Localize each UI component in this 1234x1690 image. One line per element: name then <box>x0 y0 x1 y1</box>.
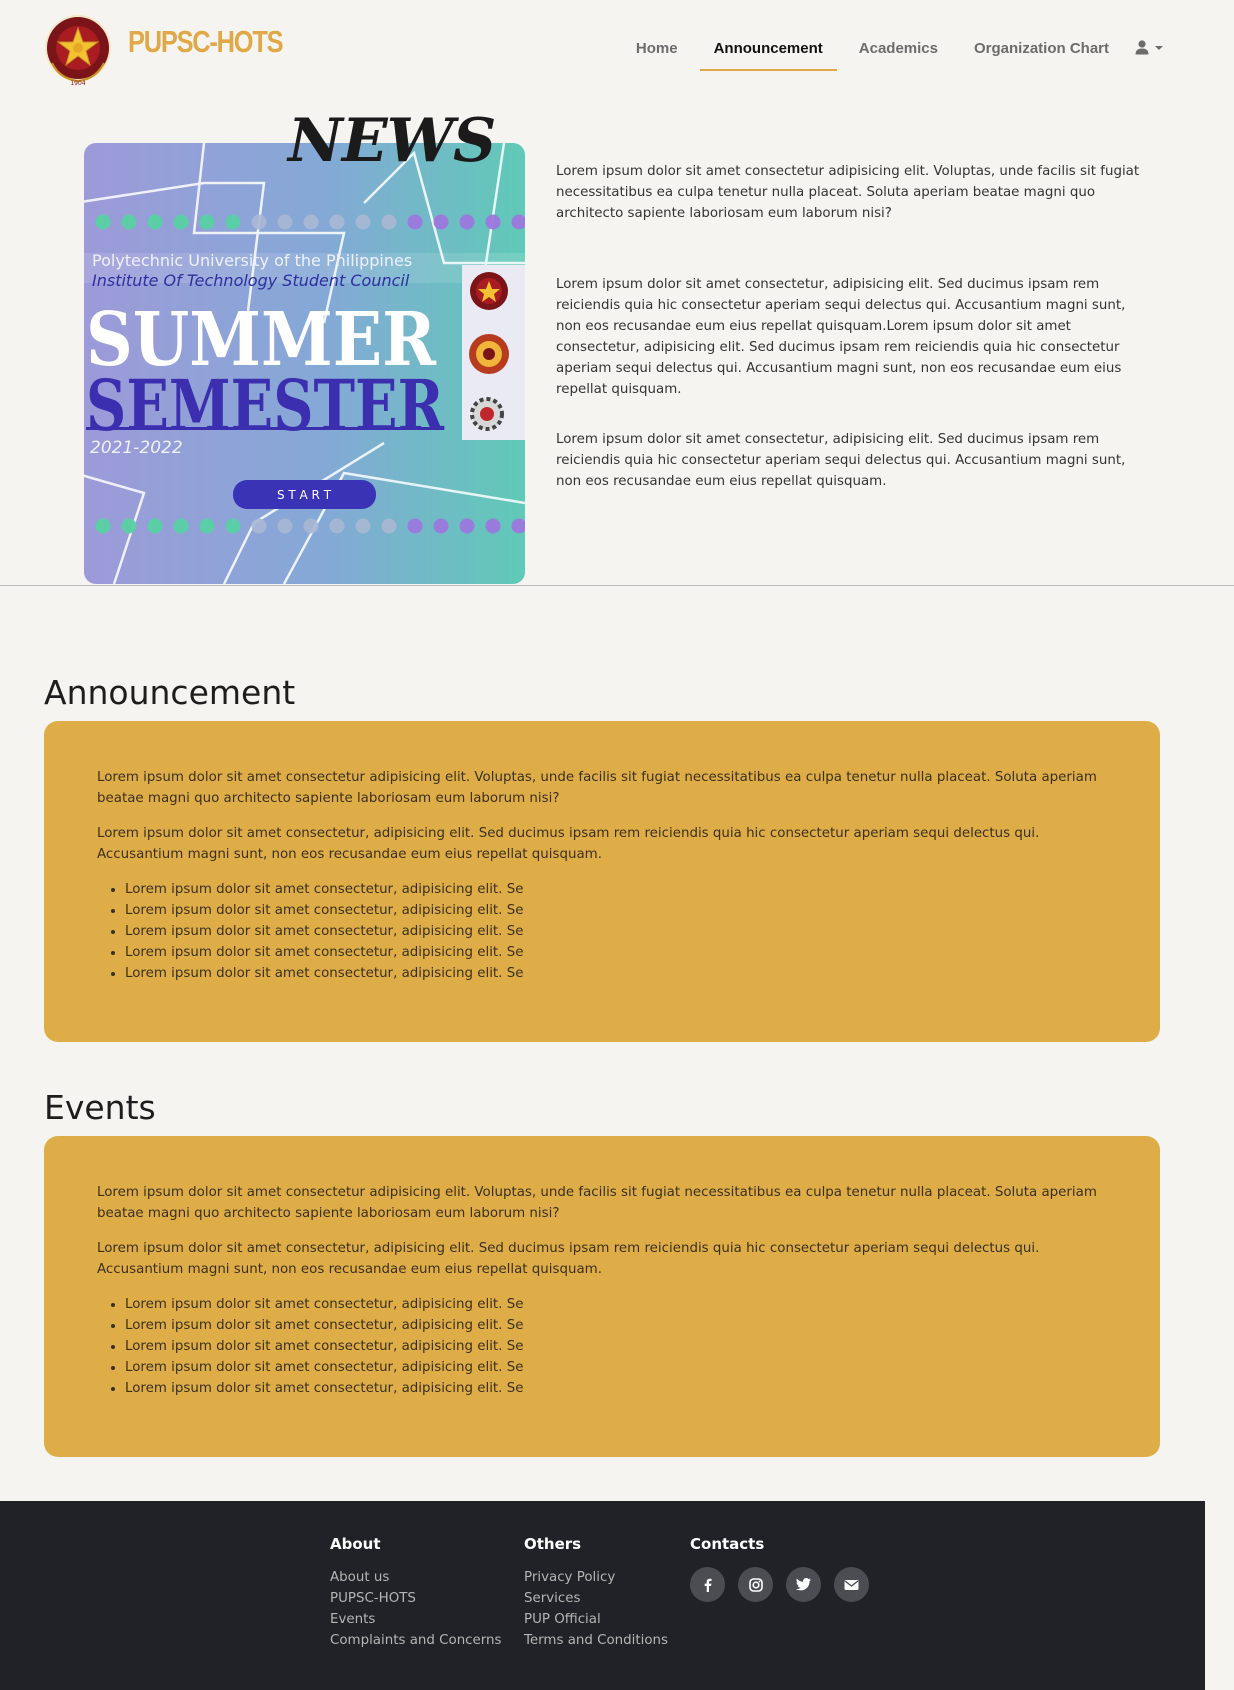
caret-down-icon <box>1155 45 1163 50</box>
footer-contacts-column: Contacts <box>690 1535 869 1602</box>
list-item: Lorem ipsum dolor sit amet consectetur, … <box>125 942 1108 963</box>
list-item: Lorem ipsum dolor sit amet consectetur, … <box>125 1357 1108 1378</box>
footer-about-column: About About us PUPSC-HOTS Events Complai… <box>330 1535 502 1651</box>
list-item: Lorem ipsum dolor sit amet consectetur, … <box>125 879 1108 900</box>
announcement-list: Lorem ipsum dolor sit amet consectetur, … <box>97 879 1108 984</box>
main-nav: Home Announcement Academics Organization… <box>614 34 1164 71</box>
footer-contacts-heading: Contacts <box>690 1535 765 1553</box>
footer-others-heading: Others <box>524 1535 582 1553</box>
svg-text:S T A R T: S T A R T <box>277 488 332 502</box>
social-links <box>690 1567 869 1602</box>
twitter-button[interactable] <box>786 1567 821 1602</box>
svg-text:Institute Of Technology Studen: Institute Of Technology Student Council <box>92 271 410 290</box>
announcement-paragraph-1: Lorem ipsum dolor sit amet consectetur a… <box>97 770 1097 806</box>
footer-link-complaints[interactable]: Complaints and Concerns <box>330 1630 502 1651</box>
events-paragraph-1: Lorem ipsum dolor sit amet consectetur a… <box>97 1185 1097 1221</box>
nav-home[interactable]: Home <box>622 34 692 71</box>
list-item: Lorem ipsum dolor sit amet consectetur, … <box>125 921 1108 942</box>
nav-academics[interactable]: Academics <box>845 34 952 71</box>
events-heading: Events <box>44 1088 156 1127</box>
instagram-icon <box>748 1577 763 1592</box>
list-item: Lorem ipsum dolor sit amet consectetur, … <box>125 1294 1108 1315</box>
svg-text:2021-2022: 2021-2022 <box>90 438 183 458</box>
footer: About About us PUPSC-HOTS Events Complai… <box>0 1501 1205 1690</box>
section-divider <box>0 585 1234 586</box>
events-card: Lorem ipsum dolor sit amet consectetur a… <box>44 1136 1160 1457</box>
announcement-heading: Announcement <box>44 673 296 712</box>
navbar: 1904 PUPSC-HOTS Home Announcement Academ… <box>0 0 1234 100</box>
hero-paragraph-3: Lorem ipsum dolor sit amet consectetur, … <box>556 432 1126 489</box>
footer-link-terms[interactable]: Terms and Conditions <box>524 1630 668 1651</box>
news-title: NEWS <box>288 106 496 176</box>
list-item: Lorem ipsum dolor sit amet consectetur, … <box>125 963 1108 984</box>
nav-announcement[interactable]: Announcement <box>699 34 837 71</box>
facebook-icon <box>704 1578 711 1592</box>
footer-about-heading: About <box>330 1535 381 1553</box>
pup-seal-logo[interactable]: 1904 <box>44 13 112 87</box>
list-item: Lorem ipsum dolor sit amet consectetur, … <box>125 900 1108 921</box>
hero-paragraph-2: Lorem ipsum dolor sit amet consectetur, … <box>556 277 1126 397</box>
announcement-card: Lorem ipsum dolor sit amet consectetur a… <box>44 721 1160 1042</box>
footer-link-pupsc-hots[interactable]: PUPSC-HOTS <box>330 1588 502 1609</box>
summer-semester-poster[interactable]: Polytechnic University of the Philippine… <box>84 143 525 584</box>
user-menu-dropdown[interactable] <box>1123 34 1164 55</box>
footer-link-privacy-policy[interactable]: Privacy Policy <box>524 1567 668 1588</box>
footer-link-services[interactable]: Services <box>524 1588 668 1609</box>
footer-others-column: Others Privacy Policy Services PUP Offic… <box>524 1535 668 1651</box>
events-list: Lorem ipsum dolor sit amet consectetur, … <box>97 1294 1108 1399</box>
brand-name[interactable]: PUPSC-HOTS <box>128 24 284 60</box>
hero-paragraph-1: Lorem ipsum dolor sit amet consectetur a… <box>556 164 1140 221</box>
svg-text:Polytechnic University of the: Polytechnic University of the Philippine… <box>92 251 412 270</box>
svg-text:1904: 1904 <box>70 80 85 87</box>
instagram-button[interactable] <box>738 1567 773 1602</box>
user-icon <box>1135 40 1149 55</box>
email-icon <box>844 1579 859 1590</box>
facebook-button[interactable] <box>690 1567 725 1602</box>
events-paragraph-2: Lorem ipsum dolor sit amet consectetur, … <box>97 1241 1040 1277</box>
list-item: Lorem ipsum dolor sit amet consectetur, … <box>125 1336 1108 1357</box>
list-item: Lorem ipsum dolor sit amet consectetur, … <box>125 1378 1108 1399</box>
footer-link-pup-official[interactable]: PUP Official <box>524 1609 668 1630</box>
footer-link-events[interactable]: Events <box>330 1609 502 1630</box>
list-item: Lorem ipsum dolor sit amet consectetur, … <box>125 1315 1108 1336</box>
announcement-paragraph-2: Lorem ipsum dolor sit amet consectetur, … <box>97 826 1040 862</box>
twitter-icon <box>796 1578 811 1591</box>
email-button[interactable] <box>834 1567 869 1602</box>
svg-text:SEMESTER: SEMESTER <box>86 364 445 447</box>
footer-link-about-us[interactable]: About us <box>330 1567 502 1588</box>
nav-organization-chart[interactable]: Organization Chart <box>960 34 1123 71</box>
